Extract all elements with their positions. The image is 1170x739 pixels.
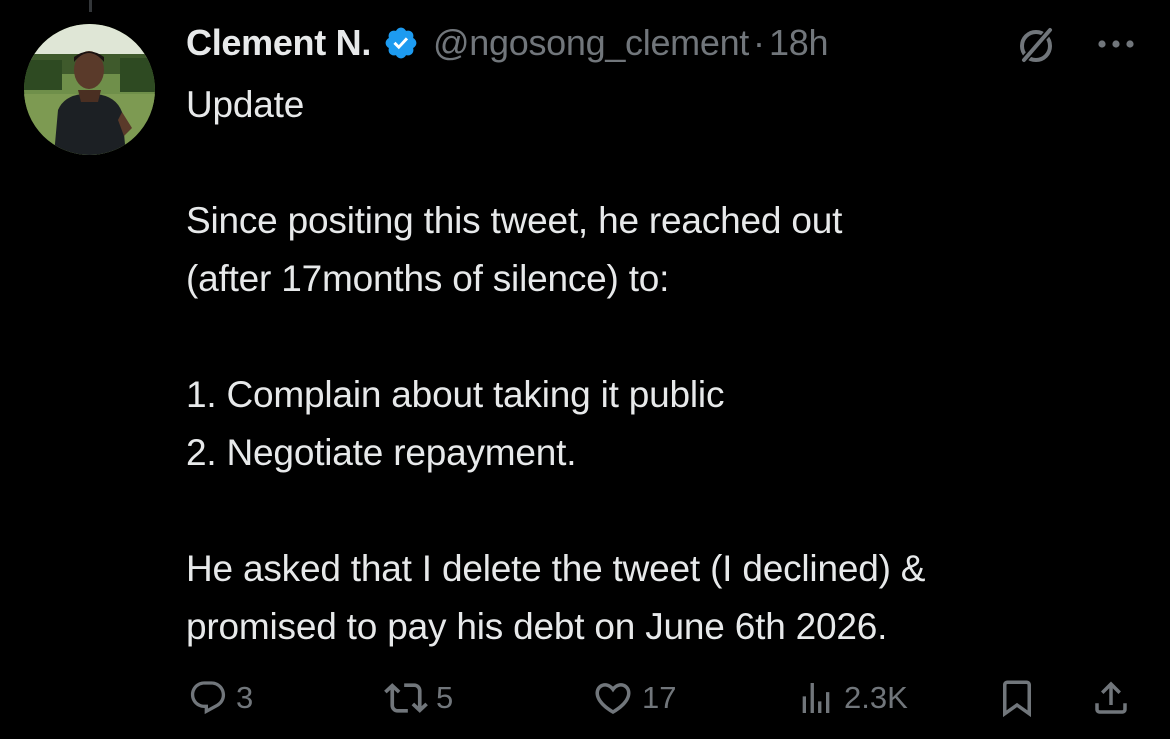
tweet-line: 1. Complain about taking it public: [186, 374, 725, 415]
user-handle[interactable]: @ngosong_clement: [433, 22, 749, 64]
like-count: 17: [642, 680, 677, 715]
share-button[interactable]: [1090, 668, 1132, 728]
tweet-line: promised to pay his debt on June 6th 202…: [186, 606, 888, 647]
view-count: 2.3K: [844, 680, 908, 715]
views-icon: [802, 683, 830, 713]
tweet-line: He asked that I delete the tweet (I decl…: [186, 548, 926, 589]
reply-count: 3: [236, 680, 254, 715]
thread-line: [89, 0, 92, 12]
bookmark-button[interactable]: [996, 668, 1038, 728]
avatar[interactable]: [24, 24, 155, 155]
reply-icon: [190, 681, 226, 715]
avatar-photo: [24, 24, 155, 155]
repost-button[interactable]: 5: [384, 668, 453, 728]
action-bar: 3 5 17 2.3K: [0, 668, 1170, 728]
separator-dot: ·: [753, 22, 765, 63]
views-button[interactable]: 2.3K: [796, 668, 908, 728]
display-name[interactable]: Clement N.: [186, 22, 371, 64]
tweet-line: Since positing this tweet, he reached ou…: [186, 200, 843, 241]
tweet-header: Clement N. @ngosong_clement · 18h: [186, 18, 1146, 68]
tweet-line: 2. Negotiate repayment.: [186, 432, 577, 473]
bookmark-icon: [1003, 680, 1031, 718]
like-button[interactable]: 17: [592, 668, 676, 728]
tweet-line: (after 17months of silence) to:: [186, 258, 670, 299]
timestamp[interactable]: 18h: [769, 22, 828, 64]
heart-icon: [595, 683, 631, 715]
tweet-line: Update: [186, 84, 305, 125]
more-icon[interactable]: [1092, 32, 1140, 56]
share-icon: [1095, 681, 1127, 714]
verified-badge-icon[interactable]: [383, 25, 419, 61]
tweet-text: Update Since positing this tweet, he rea…: [186, 76, 1146, 656]
repost-icon: [384, 683, 428, 713]
grok-icon[interactable]: [1012, 22, 1060, 70]
repost-count: 5: [436, 680, 454, 715]
reply-button[interactable]: 3: [188, 668, 253, 728]
